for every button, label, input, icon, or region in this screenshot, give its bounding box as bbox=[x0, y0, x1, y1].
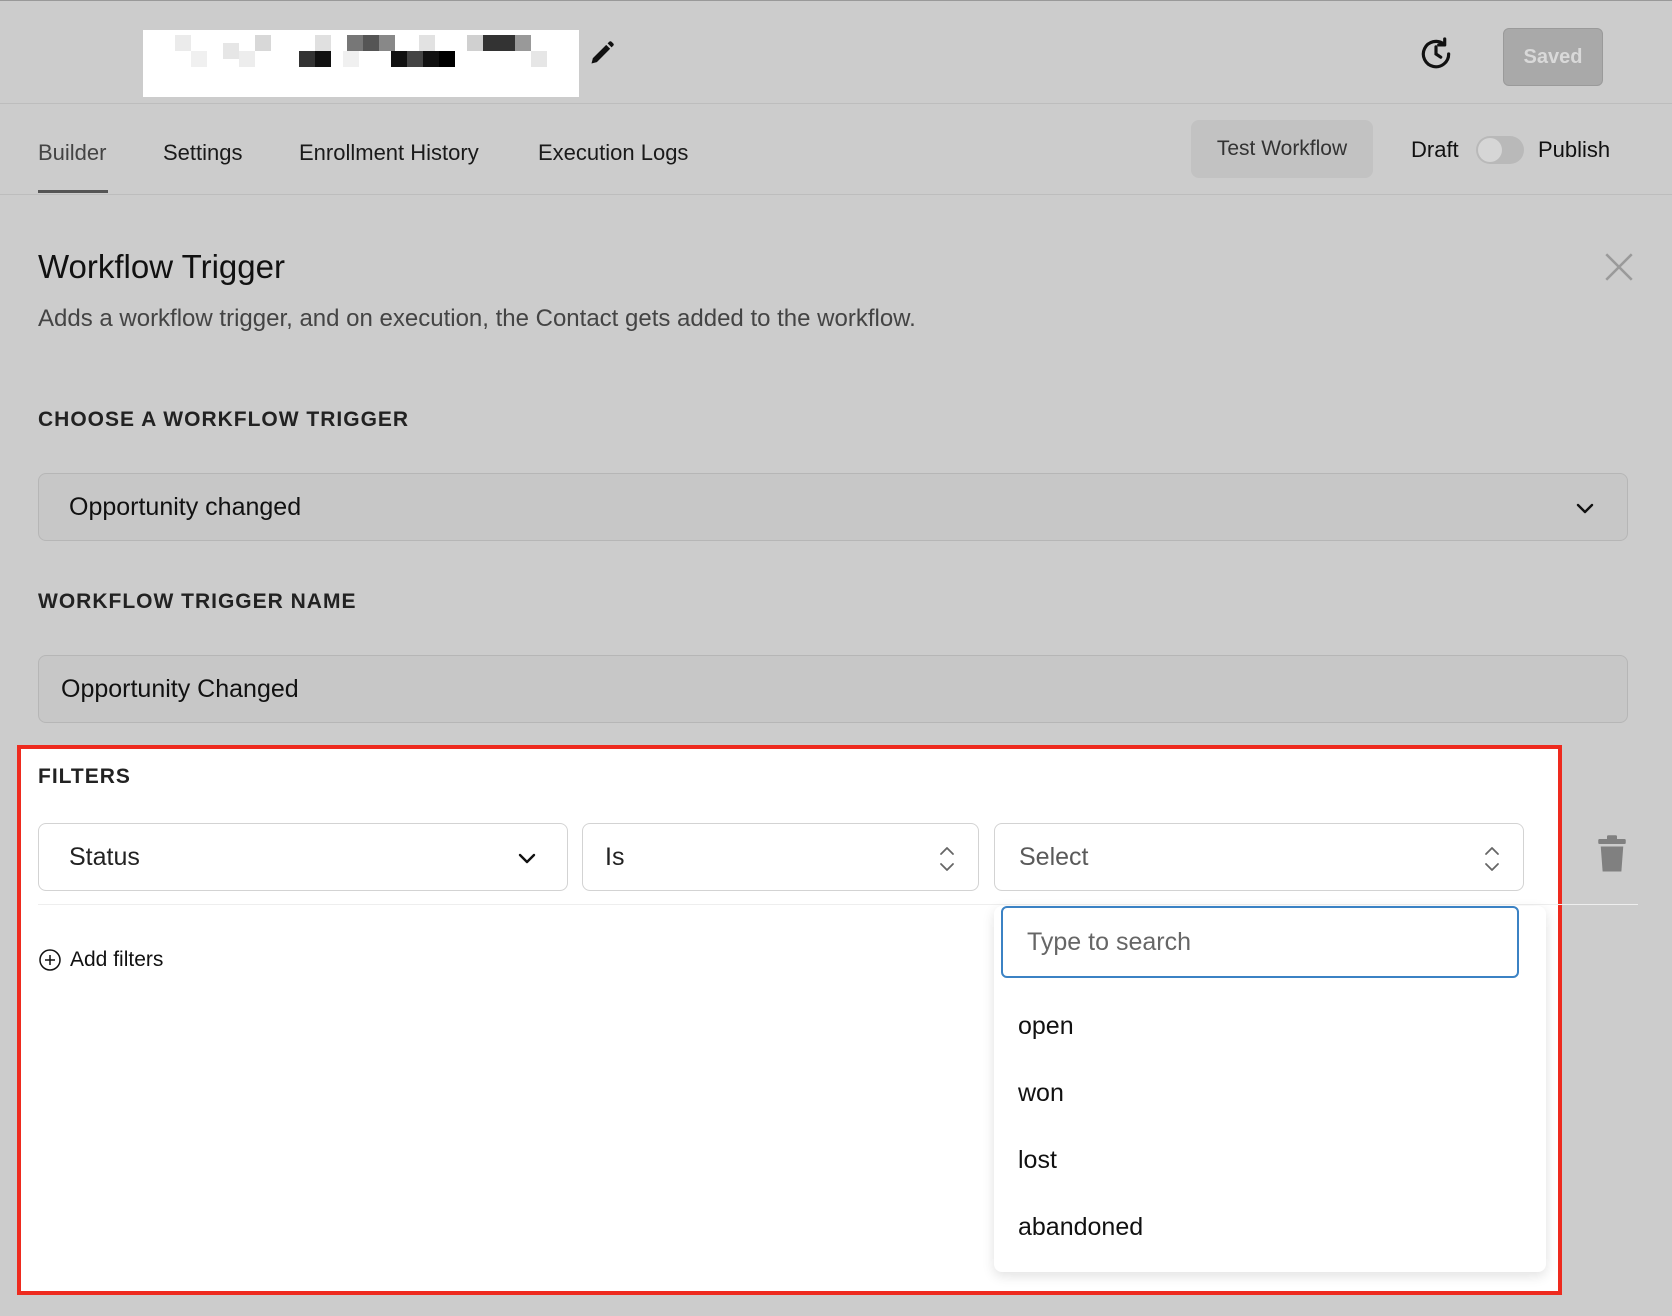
test-workflow-button[interactable]: Test Workflow bbox=[1191, 120, 1373, 178]
chevron-down-icon bbox=[518, 853, 536, 864]
trash-icon[interactable] bbox=[1597, 835, 1627, 873]
trigger-select-value: Opportunity changed bbox=[69, 493, 302, 521]
filter-operator-select[interactable]: Is bbox=[582, 823, 979, 891]
active-tab-indicator bbox=[38, 190, 108, 193]
top-bar: Saved bbox=[0, 0, 1672, 104]
panel-description: Adds a workflow trigger, and on executio… bbox=[38, 305, 916, 332]
filter-field-select[interactable]: Status bbox=[38, 823, 568, 891]
trigger-name-label: WORKFLOW TRIGGER NAME bbox=[38, 590, 357, 613]
toggle-knob bbox=[1478, 138, 1502, 162]
publish-toggle[interactable] bbox=[1476, 136, 1524, 164]
publish-label: Publish bbox=[1538, 137, 1611, 162]
dropdown-option-open[interactable]: open bbox=[1018, 1012, 1074, 1041]
dropdown-search-input[interactable] bbox=[1001, 906, 1519, 978]
workflow-name-redacted[interactable] bbox=[143, 30, 579, 97]
dropdown-option-abandoned[interactable]: abandoned bbox=[1018, 1213, 1143, 1242]
trigger-name-value: Opportunity Changed bbox=[61, 675, 299, 703]
add-filters-button[interactable]: Add filters bbox=[38, 948, 163, 972]
filter-operator-value: Is bbox=[605, 843, 625, 871]
tab-settings[interactable]: Settings bbox=[163, 140, 243, 166]
plus-circle-icon bbox=[39, 949, 61, 971]
dropdown-option-won[interactable]: won bbox=[1018, 1079, 1064, 1108]
chevron-up-down-icon bbox=[940, 847, 954, 871]
dropdown-option-lost[interactable]: lost bbox=[1018, 1146, 1057, 1175]
close-icon[interactable] bbox=[1602, 250, 1636, 284]
saved-button[interactable]: Saved bbox=[1503, 28, 1603, 86]
chevron-down-icon bbox=[1576, 503, 1594, 514]
pencil-edit-icon[interactable] bbox=[588, 39, 616, 67]
panel-title: Workflow Trigger bbox=[38, 248, 285, 285]
chevron-up-down-icon bbox=[1485, 847, 1499, 871]
value-dropdown-menu: open won lost abandoned bbox=[994, 906, 1546, 1272]
trigger-name-input[interactable]: Opportunity Changed bbox=[38, 655, 1628, 723]
tab-enrollment-history[interactable]: Enrollment History bbox=[299, 140, 479, 166]
tab-bar: Builder Settings Enrollment History Exec… bbox=[0, 104, 1672, 195]
tab-execution-logs[interactable]: Execution Logs bbox=[538, 140, 688, 166]
filters-section: FILTERS Status Is Select Add filters ope… bbox=[17, 745, 1638, 1295]
filter-value-placeholder: Select bbox=[1019, 843, 1089, 871]
filter-field-value: Status bbox=[69, 843, 140, 871]
tab-builder[interactable]: Builder bbox=[38, 140, 106, 166]
draft-label: Draft bbox=[1411, 137, 1459, 162]
history-clock-icon[interactable] bbox=[1417, 35, 1455, 73]
choose-trigger-label: CHOOSE A WORKFLOW TRIGGER bbox=[38, 408, 410, 431]
add-filters-label: Add filters bbox=[70, 948, 164, 971]
filters-label: FILTERS bbox=[38, 765, 131, 788]
filter-value-select[interactable]: Select bbox=[994, 823, 1524, 891]
filter-row-divider bbox=[38, 904, 1638, 905]
trigger-select[interactable]: Opportunity changed bbox=[38, 473, 1628, 541]
